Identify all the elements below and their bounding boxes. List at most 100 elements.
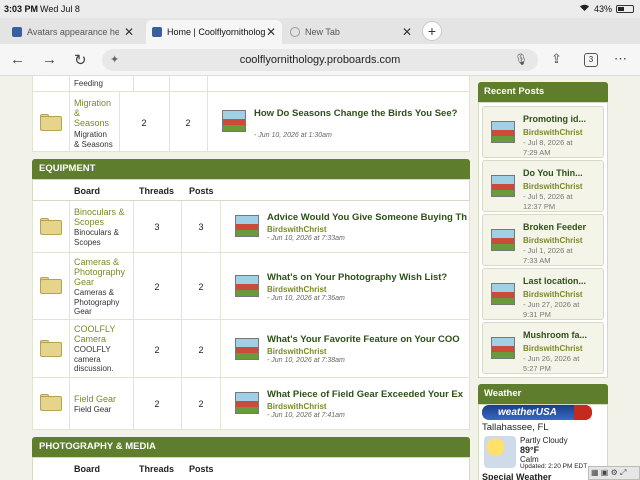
back-arrow-icon[interactable]: ← [10,51,25,68]
last-post-date: - Jun 10, 2026 at 7:38am [267,357,345,364]
forward-arrow-icon[interactable]: → [42,51,57,68]
special-weather-title: Special Weather [482,472,552,480]
recent-post-author[interactable]: BirdswithChrist [523,290,583,299]
tab-title: Home | Coolflyornithology [167,27,265,37]
folder-icon [40,114,62,131]
folder-icon [40,218,62,235]
board-desc-line: Photography [74,297,120,307]
last-post-title[interactable]: What Piece of Field Gear Exceeded Your E… [267,389,469,400]
close-tab-icon[interactable]: ✕ [124,25,134,39]
board-link-binoculars[interactable]: Binoculars & Scopes [74,207,125,227]
date-line: 7:29 AM [523,148,551,157]
weatherusa-logo[interactable]: weatherUSA [482,405,592,420]
board-description: Field Gear [74,405,112,414]
last-post-author[interactable]: BirdswithChrist [267,285,327,294]
recent-posts-header: Recent Posts [478,82,608,102]
column-header-threads: Threads [139,464,175,474]
recent-post-item[interactable]: Broken Feeder BirdswithChrist - Jul 1, 2… [482,214,604,266]
avatar[interactable] [222,110,246,132]
weather-updated: Updated: 2:20 PM EDT [520,463,588,470]
recent-post-title[interactable]: Mushroom fa... [523,330,603,340]
category-header-photography-media[interactable]: PHOTOGRAPHY & MEDIA [32,437,470,457]
recent-post-item[interactable]: Do You Thin... BirdswithChrist - Jul 5, … [482,160,604,212]
microphone-icon[interactable]: 🎙 [514,49,528,71]
partly-cloudy-icon [484,436,516,468]
avatar[interactable] [491,229,515,251]
board-desc-line: & Seasons [74,139,113,149]
date-line: 7:33 AM [523,256,551,265]
close-tab-icon[interactable]: ✕ [402,25,412,39]
board-desc-line: Scopes [74,237,101,247]
url-text: coolflyornithology.proboards.com [239,54,401,66]
last-post-title[interactable]: What's Your Favorite Feature on Your COO [267,334,469,345]
board-description: Migration & Seasons [74,130,113,149]
last-post-title[interactable]: What's on Your Photography Wish List? [267,272,469,283]
recent-post-author[interactable]: BirdswithChrist [523,344,583,353]
column-header-board: Board [74,186,101,196]
proboards-favicon-icon [152,27,162,37]
sparkle-icon[interactable]: ✦ [110,49,119,71]
reload-icon[interactable]: ↻ [74,51,87,69]
date-line: 12:37 PM [523,202,556,211]
board-link-coolfly-camera[interactable]: COOLFLY Camera [74,324,115,344]
new-tab-button[interactable]: + [422,21,442,41]
tray-icons[interactable]: ▦ ▣ ⚙ ⤢ [591,468,626,477]
share-icon[interactable]: ⇪ [551,51,562,67]
recent-post-item[interactable]: Last location... BirdswithChrist - Jun 2… [482,268,604,320]
tab-overview-button[interactable]: 3 [584,53,598,67]
recent-post-author[interactable]: BirdswithChrist [523,236,583,245]
thread-count: 3 [154,222,160,232]
recent-post-author[interactable]: BirdswithChrist [523,182,583,191]
last-post-title[interactable]: How Do Seasons Change the Birds You See? [254,108,469,119]
mini-toolbar[interactable]: ▦ ▣ ⚙ ⤢ [588,466,640,480]
recent-post-item[interactable]: Mushroom fa... BirdswithChrist - Jun 26,… [482,322,604,374]
post-count: 3 [198,222,204,232]
board-row-field-gear: Field Gear Field Gear 2 2 What Piece of … [32,378,470,430]
tab-title: Avatars appearance help [27,27,119,37]
avatar[interactable] [491,121,515,143]
avatar[interactable] [491,337,515,359]
avatar[interactable] [235,215,259,237]
column-header-board: Board [74,464,101,474]
status-indicators: 43% [579,3,634,14]
recent-post-author[interactable]: BirdswithChrist [523,128,583,137]
tab-avatars-help[interactable]: Avatars appearance help ✕ [6,20,140,44]
close-tab-icon[interactable]: ✕ [266,25,276,39]
last-post-title[interactable]: Advice Would You Give Someone Buying Th [267,212,469,223]
more-options-icon[interactable]: ⋯ [614,51,627,67]
weather-city: Tallahassee, FL [482,422,549,433]
board-link-migration[interactable]: Migration & Seasons [74,98,111,128]
tab-new[interactable]: New Tab ✕ [284,20,418,44]
last-post-author[interactable]: BirdswithChrist [267,225,327,234]
avatar[interactable] [235,338,259,360]
board-link-cameras[interactable]: Cameras & Photography Gear [74,257,125,287]
recent-post-title[interactable]: Last location... [523,276,603,286]
url-field[interactable]: ✦ coolflyornithology.proboards.com 🎙 [102,49,538,71]
board-desc-line: camera [74,354,101,364]
recent-post-date: - Jul 8, 2026 at 7:29 AM [523,138,603,158]
board-name-line: Photography [74,267,126,277]
avatar[interactable] [235,275,259,297]
last-post-author[interactable]: BirdswithChrist [267,347,327,356]
weather-temp: 89°F [520,445,540,455]
battery-percent: 43% [593,3,612,14]
last-post-date: - Jun 10, 2026 at 7:33am [267,235,345,242]
avatar[interactable] [491,175,515,197]
recent-post-title[interactable]: Broken Feeder [523,222,603,232]
category-header-equipment[interactable]: EQUIPMENT [32,159,470,179]
last-post-date: - Jun 10, 2026 at 1:30am [254,132,332,139]
recent-post-title[interactable]: Promoting id... [523,114,603,124]
board-name-line: Migration [74,98,112,108]
board-desc-line: COOLFLY [74,345,111,354]
last-post-author[interactable]: BirdswithChrist [267,402,327,411]
avatar[interactable] [235,392,259,414]
thread-count: 2 [154,345,160,355]
date-line: - Jun 26, 2026 at [523,354,580,363]
recent-post-item[interactable]: Promoting id... BirdswithChrist - Jul 8,… [482,106,604,158]
thread-count: 2 [154,282,160,292]
recent-post-title[interactable]: Do You Thin... [523,168,603,178]
date-line: - Jun 27, 2026 at [523,300,580,309]
tab-home[interactable]: Home | Coolflyornithology ✕ [146,20,282,44]
avatar[interactable] [491,283,515,305]
board-link-field-gear[interactable]: Field Gear [74,394,116,404]
